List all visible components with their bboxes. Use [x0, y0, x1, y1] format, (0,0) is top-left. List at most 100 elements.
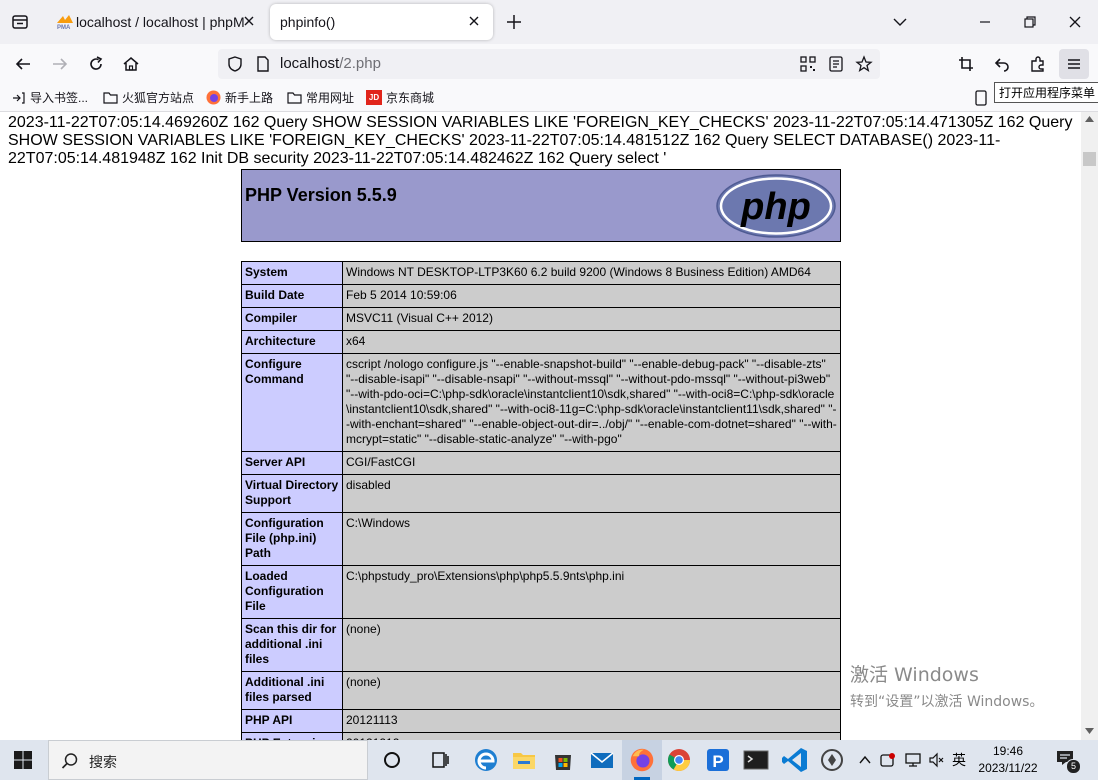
- app-icon[interactable]: [816, 744, 848, 776]
- phpinfo-key: Additional .ini files parsed: [241, 671, 343, 710]
- bookmark-jd[interactable]: JD 京东商城: [366, 89, 434, 106]
- firefox-icon: [206, 90, 221, 105]
- shield-icon[interactable]: [226, 55, 244, 73]
- reader-view-icon[interactable]: [827, 55, 845, 73]
- tab-phpmyadmin[interactable]: PMA localhost / localhost | phpMy: [46, 4, 268, 40]
- php-version-header: PHP Version 5.5.9 php: [241, 169, 841, 242]
- app-menu-tooltip: 打开应用程序菜单: [994, 82, 1098, 103]
- firefox-icon: [630, 748, 654, 772]
- terminal-icon[interactable]: [740, 744, 772, 776]
- bookmark-label: 常用网址: [306, 91, 355, 105]
- clock-date: 2023/11/22: [978, 761, 1038, 775]
- phpinfo-key: PHP Extension: [241, 732, 343, 740]
- phpinfo-row: PHP Extension20121212: [241, 732, 841, 740]
- chrome-icon[interactable]: [663, 744, 695, 776]
- cortana-icon[interactable]: [376, 744, 408, 776]
- tab-list-icon[interactable]: [11, 13, 29, 31]
- system-tray-app-icon[interactable]: [880, 752, 896, 768]
- back-icon[interactable]: [14, 55, 32, 73]
- qr-code-icon[interactable]: [799, 55, 817, 73]
- phpinfo-value: Feb 5 2014 10:59:06: [342, 284, 841, 308]
- phpinfo-key: Server API: [241, 451, 343, 475]
- search-icon: [61, 753, 78, 769]
- phpinfo-row: Virtual Directory Support disabled: [241, 474, 841, 513]
- chevron-down-icon[interactable]: [891, 13, 909, 31]
- file-explorer-icon[interactable]: [508, 744, 540, 776]
- phpinfo-value: Windows NT DESKTOP-LTP3K60 6.2 build 920…: [342, 261, 841, 285]
- edge-icon[interactable]: [470, 744, 502, 776]
- phpinfo-value: (none): [342, 671, 841, 710]
- windows-start-icon[interactable]: [14, 751, 32, 769]
- phpstudy-icon[interactable]: P: [702, 744, 734, 776]
- chevron-up-icon[interactable]: [858, 753, 872, 767]
- hamburger-menu-icon: [1068, 59, 1080, 69]
- network-icon[interactable]: [905, 752, 921, 768]
- task-view-icon[interactable]: [424, 744, 456, 776]
- extensions-icon[interactable]: [1029, 55, 1047, 73]
- scrollbar-thumb[interactable]: [1083, 152, 1096, 166]
- import-icon: [13, 91, 25, 104]
- url-bar[interactable]: localhost/2.php: [218, 49, 880, 79]
- scroll-down-icon[interactable]: [1085, 728, 1094, 734]
- scroll-up-icon[interactable]: [1085, 116, 1094, 122]
- vertical-scrollbar[interactable]: [1081, 112, 1098, 740]
- phpinfo-key: Configuration File (php.ini) Path: [241, 512, 343, 566]
- phpinfo-value: C:\phpstudy_pro\Extensions\php\php5.5.9n…: [342, 565, 841, 619]
- phpinfo-key: Configure Command: [241, 353, 343, 452]
- bookmarks-toolbar: 导入书签... 火狐官方站点 新手上路 常用网址 JD 京东商城: [0, 84, 1098, 112]
- phpinfo-value: disabled: [342, 474, 841, 513]
- firefox-taskbar-button[interactable]: [622, 740, 662, 780]
- phpinfo-key: Architecture: [241, 330, 343, 354]
- tab-title: phpinfo(): [280, 14, 336, 30]
- screenshot-icon[interactable]: [957, 55, 975, 73]
- forward-icon[interactable]: [51, 55, 69, 73]
- folder-icon: [103, 92, 118, 104]
- phpinfo-value: MSVC11 (Visual C++ 2012): [342, 307, 841, 331]
- phpinfo-key: System: [241, 261, 343, 285]
- page-icon[interactable]: [254, 55, 272, 73]
- url-text[interactable]: localhost/2.php: [280, 55, 381, 72]
- microsoft-store-icon[interactable]: [547, 744, 579, 776]
- close-window-icon[interactable]: [1066, 13, 1084, 31]
- phpinfo-value: x64: [342, 330, 841, 354]
- minimize-icon[interactable]: [976, 13, 994, 31]
- app-menu-button[interactable]: [1059, 49, 1089, 79]
- new-tab-icon[interactable]: [505, 13, 523, 31]
- tab-bar: PMA localhost / localhost | phpMy phpinf…: [0, 0, 1098, 44]
- phpinfo-key: Compiler: [241, 307, 343, 331]
- phpinfo-row: Compiler MSVC11 (Visual C++ 2012): [241, 307, 841, 331]
- navigation-toolbar: localhost/2.php: [0, 44, 1098, 84]
- close-tab-icon[interactable]: [240, 12, 258, 30]
- home-icon[interactable]: [122, 55, 140, 73]
- close-tab-icon[interactable]: [465, 12, 483, 30]
- vscode-icon[interactable]: [779, 744, 811, 776]
- page-content: 2023-11-22T07:05:14.469260Z 162 Query SH…: [0, 112, 1081, 740]
- phpinfo-row: Architecture x64: [241, 330, 841, 354]
- volume-muted-icon[interactable]: [929, 752, 945, 768]
- tab-phpinfo[interactable]: phpinfo(): [270, 4, 493, 40]
- mail-icon[interactable]: [586, 744, 618, 776]
- bookmark-star-icon[interactable]: [855, 55, 873, 73]
- input-method-indicator[interactable]: 英: [952, 750, 966, 770]
- bookmark-getting-started[interactable]: 新手上路: [206, 89, 273, 106]
- phpinfo-key: Virtual Directory Support: [241, 474, 343, 513]
- bookmark-firefox-official[interactable]: 火狐官方站点: [103, 89, 194, 106]
- phpinfo-row: Scan this dir for additional .ini files(…: [241, 618, 841, 672]
- notification-center-button[interactable]: 5: [1055, 749, 1081, 774]
- clock[interactable]: 19:46 2023/11/22: [970, 743, 1046, 777]
- activation-watermark: 激活 Windows 转到“设置”以激活 Windows。: [850, 660, 1043, 711]
- mobile-bookmarks-icon[interactable]: [975, 90, 987, 106]
- undo-icon[interactable]: [993, 55, 1011, 73]
- bookmark-label: 火狐官方站点: [122, 91, 195, 105]
- url-host: localhost: [280, 55, 340, 72]
- phpinfo-row: Build Date Feb 5 2014 10:59:06: [241, 284, 841, 308]
- restore-icon[interactable]: [1021, 13, 1039, 31]
- phpinfo-row: Configuration File (php.ini) Path C:\Wind…: [241, 512, 841, 566]
- reload-icon[interactable]: [87, 55, 105, 73]
- taskbar-search[interactable]: 搜索: [48, 740, 368, 780]
- bookmark-common-sites[interactable]: 常用网址: [287, 89, 354, 106]
- bookmark-import[interactable]: 导入书签...: [12, 89, 88, 106]
- svg-text:PMA: PMA: [57, 25, 71, 30]
- phpinfo-row: Additional .ini files parsed (none): [241, 671, 841, 710]
- phpinfo-table: System Windows NT DESKTOP-LTP3K60 6.2 bui…: [241, 261, 841, 740]
